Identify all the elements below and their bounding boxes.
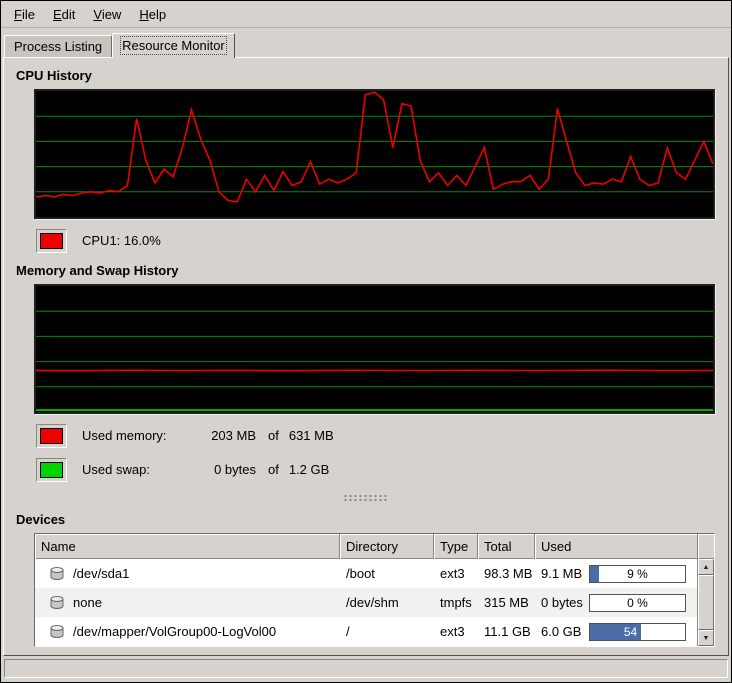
devices-table: Name Directory Type Total Used /dev/sda — [34, 533, 715, 647]
column-header-total[interactable]: Total — [478, 534, 535, 559]
device-type: tmpfs — [434, 595, 478, 610]
devices-title: Devices — [16, 512, 728, 527]
scroll-up-button[interactable]: ▲ — [698, 559, 714, 575]
devices-table-content: Name Directory Type Total Used /dev/sda — [35, 534, 697, 646]
swap-swatch-color — [40, 462, 63, 478]
memory-swap-history-title: Memory and Swap History — [16, 263, 728, 278]
device-name: /dev/sda1 — [73, 566, 129, 581]
menu-edit[interactable]: Edit — [44, 2, 84, 27]
system-monitor-window: File Edit View Help Process Listing Reso… — [0, 0, 732, 683]
memory-swap-history-graph — [34, 284, 715, 414]
drive-icon — [49, 624, 65, 640]
cpu-color-swatch — [36, 229, 67, 253]
column-header-used[interactable]: Used — [535, 534, 697, 559]
column-header-directory[interactable]: Directory — [340, 534, 434, 559]
menu-bar: File Edit View Help — [1, 1, 731, 28]
swap-legend-label: Used swap: — [82, 462, 190, 477]
progress-percent-label: 0 % — [590, 595, 685, 611]
device-directory: / — [340, 624, 434, 639]
cpu-history-title: CPU History — [16, 68, 728, 83]
drive-icon — [49, 566, 65, 582]
device-total: 98.3 MB — [478, 566, 535, 581]
cpu-swatch-color — [40, 233, 63, 249]
device-name: /dev/mapper/VolGroup00-LogVol00 — [73, 624, 276, 639]
scroll-down-button[interactable]: ▼ — [698, 630, 714, 646]
device-total: 315 MB — [478, 595, 535, 610]
device-row-sda1[interactable]: /dev/sda1 /boot ext3 98.3 MB 9.1 MB 9 % — [35, 559, 697, 588]
device-row-volgroup[interactable]: /dev/mapper/VolGroup00-LogVol00 / ext3 1… — [35, 617, 697, 646]
memory-swatch-color — [40, 428, 63, 444]
pane-resize-grip[interactable] — [343, 494, 389, 502]
device-used: 6.0 GB — [541, 624, 581, 639]
device-directory: /boot — [340, 566, 434, 581]
status-bar — [4, 659, 728, 678]
tab-process-listing[interactable]: Process Listing — [4, 35, 112, 57]
memory-of-text: of — [268, 428, 279, 443]
swap-legend: Used swap: 0 bytes of 1.2 GB — [36, 457, 728, 482]
scrollbar-header-spacer — [698, 534, 714, 559]
scrollbar-thumb[interactable] — [698, 575, 714, 630]
menu-file[interactable]: File — [5, 2, 44, 27]
scrollbar-trough[interactable] — [698, 575, 714, 630]
device-type: ext3 — [434, 624, 478, 639]
tab-resource-monitor[interactable]: Resource Monitor — [112, 33, 235, 58]
usage-progress-bar: 0 % — [589, 594, 686, 612]
vertical-scrollbar: ▲ ▼ — [697, 534, 714, 646]
memory-total-value: 631 MB — [289, 428, 334, 443]
tab-resource-monitor-label: Resource Monitor — [122, 38, 225, 53]
cpu-legend-label: CPU1: 16.0% — [82, 233, 161, 248]
device-name: none — [73, 595, 102, 610]
menu-help[interactable]: Help — [130, 2, 175, 27]
resource-monitor-panel: CPU History CPU1: 16.0% Memory and Swap … — [3, 57, 729, 656]
device-used: 9.1 MB — [541, 566, 582, 581]
memory-color-swatch — [36, 424, 67, 448]
usage-progress-bar: 54 % — [589, 623, 686, 641]
swap-of-text: of — [268, 462, 279, 477]
swap-used-value: 0 bytes — [190, 462, 256, 477]
memory-legend: Used memory: 203 MB of 631 MB — [36, 423, 728, 448]
progress-percent-label: 9 % — [590, 566, 685, 582]
cpu-history-graph — [34, 89, 715, 219]
memory-legend-label: Used memory: — [82, 428, 190, 443]
progress-percent-label: 54 % — [590, 624, 685, 640]
column-header-name[interactable]: Name — [35, 534, 340, 559]
menu-view[interactable]: View — [84, 2, 130, 27]
device-type: ext3 — [434, 566, 478, 581]
usage-progress-bar: 9 % — [589, 565, 686, 583]
device-directory: /dev/shm — [340, 595, 434, 610]
device-used: 0 bytes — [541, 595, 583, 610]
cpu-legend: CPU1: 16.0% — [36, 228, 728, 253]
device-total: 11.1 GB — [478, 624, 535, 639]
devices-table-header: Name Directory Type Total Used — [35, 534, 697, 559]
drive-icon — [49, 595, 65, 611]
device-row-none[interactable]: none /dev/shm tmpfs 315 MB 0 bytes 0 % — [35, 588, 697, 617]
column-header-type[interactable]: Type — [434, 534, 478, 559]
swap-color-swatch — [36, 458, 67, 482]
tab-bar: Process Listing Resource Monitor — [1, 28, 731, 57]
memory-used-value: 203 MB — [190, 428, 256, 443]
tab-process-listing-label: Process Listing — [14, 39, 102, 54]
swap-total-value: 1.2 GB — [289, 462, 329, 477]
devices-table-body: /dev/sda1 /boot ext3 98.3 MB 9.1 MB 9 % — [35, 559, 697, 646]
